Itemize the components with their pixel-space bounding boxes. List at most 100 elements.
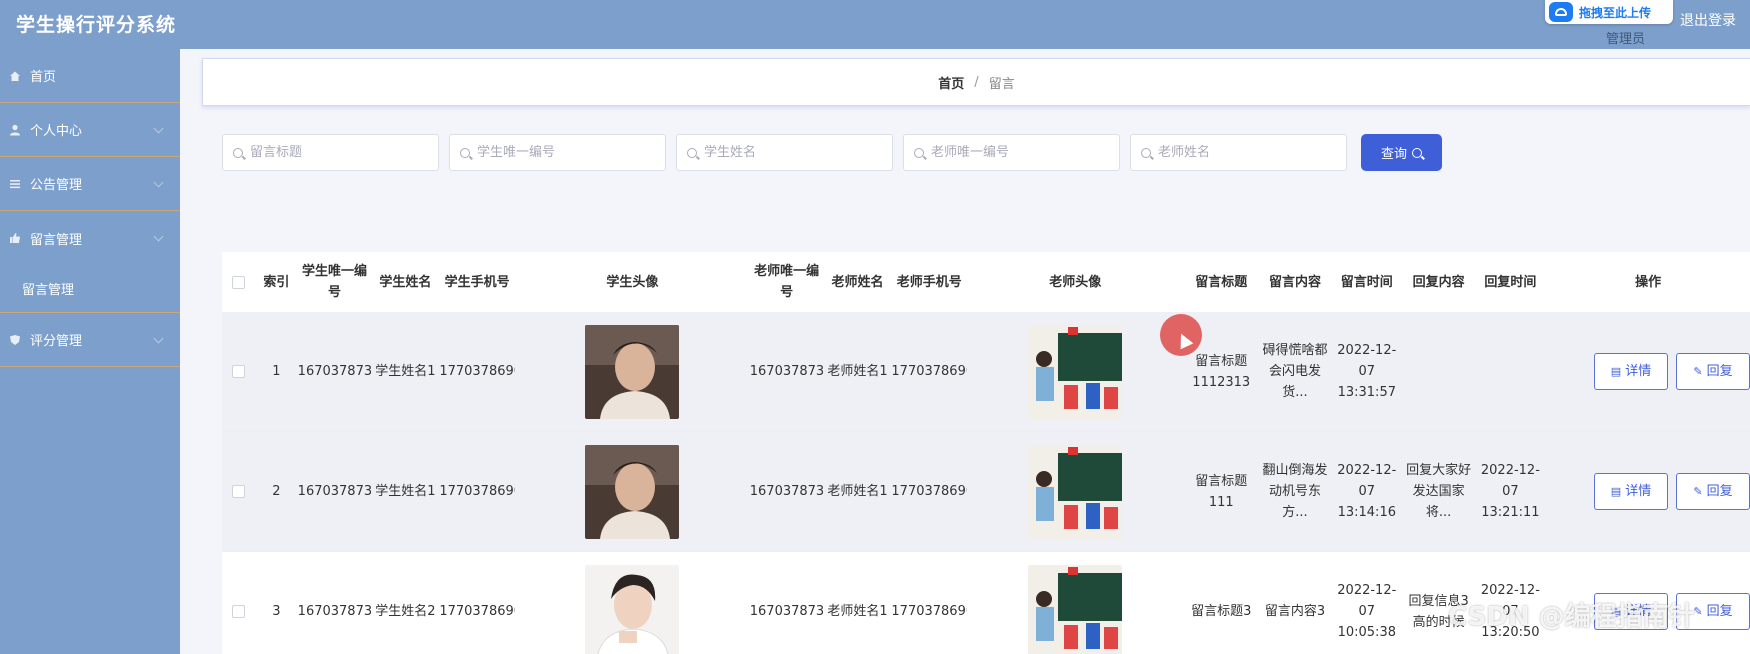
- sidebar-item-label: 首页: [30, 70, 57, 85]
- cell-index: 3: [272, 604, 281, 619]
- cell-teacher-phone: 17703786901: [891, 604, 967, 619]
- sidebar-item-messages[interactable]: 留言管理: [0, 211, 180, 265]
- chevron-down-icon: [153, 177, 164, 188]
- sidebar-item-label: 留言管理: [30, 232, 83, 248]
- breadcrumb: 首页 / 留言: [202, 58, 1750, 106]
- chevron-down-icon: [153, 333, 164, 344]
- cell-content: 碍得慌啥都会闪电发货...: [1262, 343, 1328, 400]
- reply-label: 回复: [1706, 604, 1733, 619]
- column-header: 留言时间: [1340, 274, 1393, 290]
- search-teacher-name[interactable]: [1130, 134, 1347, 171]
- search-student-name[interactable]: [676, 134, 893, 171]
- column-header: 索引: [263, 274, 290, 290]
- cell-time: 2022-12-07 13:14:16: [1337, 463, 1397, 520]
- search-icon: [1141, 147, 1151, 158]
- edit-icon: ✎: [1693, 365, 1703, 378]
- cell-student-name: 学生姓名2: [375, 604, 436, 619]
- cell-index: 2: [272, 484, 281, 499]
- row-checkbox[interactable]: [231, 365, 245, 378]
- column-header: 老师手机号: [896, 274, 962, 290]
- query-button-label: 查询: [1380, 147, 1407, 162]
- user-icon: [8, 123, 22, 137]
- detail-button[interactable]: ▤ 详情: [1594, 473, 1669, 510]
- cell-time: 2022-12-07 10:05:38: [1337, 583, 1397, 640]
- select-all-checkbox[interactable]: [231, 275, 245, 289]
- cell-teacher-name: 老师姓名1: [827, 604, 888, 619]
- detail-label: 详情: [1625, 364, 1652, 379]
- cell-teacher-phone: 17703786901: [891, 484, 967, 499]
- breadcrumb-separator: /: [974, 74, 979, 90]
- app-title: 学生操行评分系统: [16, 14, 177, 36]
- cell-student-id: 1670378738493: [297, 484, 372, 499]
- sidebar-item-scores[interactable]: 评分管理: [0, 313, 180, 367]
- cell-student-phone: 17703786901: [439, 484, 515, 499]
- column-header: 回复内容: [1412, 274, 1465, 290]
- thumb-icon: [8, 231, 22, 245]
- query-button[interactable]: 查询: [1361, 134, 1442, 171]
- teacher-avatar: [1028, 444, 1123, 539]
- cell-teacher-name: 老师姓名1: [827, 484, 888, 499]
- teacher-id-input[interactable]: [931, 145, 1101, 160]
- cell-teacher-id: 1670378738510: [749, 604, 824, 619]
- sidebar-item-label: 评分管理: [30, 334, 83, 349]
- row-checkbox[interactable]: [231, 485, 245, 498]
- reply-label: 回复: [1706, 484, 1733, 499]
- cell-student-id: 1670378738493: [297, 364, 372, 379]
- student-avatar: [585, 444, 680, 539]
- shield-icon: [8, 333, 22, 347]
- document-icon: ▤: [1610, 485, 1622, 498]
- upload-badge-label: 拖拽至此上传: [1579, 5, 1652, 20]
- detail-button[interactable]: ▤ 详情: [1594, 353, 1669, 390]
- search-bar: 查询: [222, 134, 1442, 171]
- column-header: 老师姓名: [831, 274, 884, 290]
- upload-badge[interactable]: 拖拽至此上传: [1545, 0, 1673, 24]
- student-avatar: [585, 324, 680, 419]
- cell-title: 留言标题111: [1195, 473, 1248, 510]
- chevron-down-icon: [153, 231, 164, 242]
- search-teacher-id[interactable]: [903, 134, 1120, 171]
- home-icon: [8, 69, 22, 83]
- sidebar-item-home[interactable]: 首页: [0, 49, 180, 103]
- sidebar-item-notice[interactable]: 公告管理: [0, 157, 180, 211]
- messages-table: 索引 学生唯一编号 学生姓名 学生手机号 学生头像 老师唯一编号 老师姓名 老师…: [222, 252, 1750, 654]
- cell-student-name: 学生姓名1: [375, 364, 436, 379]
- teacher-name-input[interactable]: [1158, 145, 1328, 160]
- breadcrumb-home[interactable]: 首页: [938, 73, 964, 92]
- reply-button[interactable]: ✎ 回复: [1676, 473, 1750, 510]
- cell-student-id: 1670378738514: [297, 604, 372, 619]
- search-student-id[interactable]: [449, 134, 666, 171]
- column-header: 学生头像: [606, 274, 659, 290]
- cell-time: 2022-12-07 13:31:57: [1337, 343, 1397, 400]
- cell-reply-time: 2022-12-07 13:21:11: [1480, 463, 1540, 520]
- cell-teacher-phone: 17703786901: [891, 364, 967, 379]
- sidebar-item-label: 个人中心: [30, 124, 83, 139]
- student-avatar: [585, 564, 680, 654]
- top-header: 学生操行评分系统 拖拽至此上传 管理员 退出登录: [0, 0, 1750, 49]
- search-message-title[interactable]: [222, 134, 439, 171]
- column-header: 老师头像: [1049, 274, 1102, 290]
- search-icon: [687, 147, 697, 158]
- cell-teacher-name: 老师姓名1: [827, 364, 888, 379]
- search-icon: [460, 147, 470, 158]
- column-header: 操作: [1635, 274, 1662, 290]
- sidebar-subitem-messages[interactable]: 留言管理: [0, 265, 180, 313]
- table-header: 索引 学生唯一编号 学生姓名 学生手机号 学生头像 老师唯一编号 老师姓名 老师…: [222, 252, 1750, 312]
- column-header: 学生姓名: [379, 274, 432, 290]
- sidebar-item-label: 公告管理: [30, 178, 83, 193]
- column-header: 回复时间: [1484, 274, 1537, 290]
- logout-button[interactable]: 退出登录: [1680, 10, 1736, 30]
- cell-content: 翻山倒海发动机号东方...: [1262, 463, 1328, 520]
- cell-index: 1: [272, 364, 281, 379]
- document-icon: ▤: [1610, 365, 1622, 378]
- chevron-down-icon: [153, 123, 164, 134]
- reply-label: 回复: [1706, 364, 1733, 379]
- row-checkbox[interactable]: [231, 605, 245, 618]
- message-title-input[interactable]: [250, 145, 420, 160]
- student-id-input[interactable]: [477, 145, 647, 160]
- edit-icon: ✎: [1693, 485, 1703, 498]
- reply-button[interactable]: ✎ 回复: [1676, 353, 1750, 390]
- column-header: 学生手机号: [444, 274, 510, 290]
- student-name-input[interactable]: [704, 145, 874, 160]
- column-header: 老师唯一编号: [754, 264, 820, 300]
- sidebar-item-profile[interactable]: 个人中心: [0, 103, 180, 157]
